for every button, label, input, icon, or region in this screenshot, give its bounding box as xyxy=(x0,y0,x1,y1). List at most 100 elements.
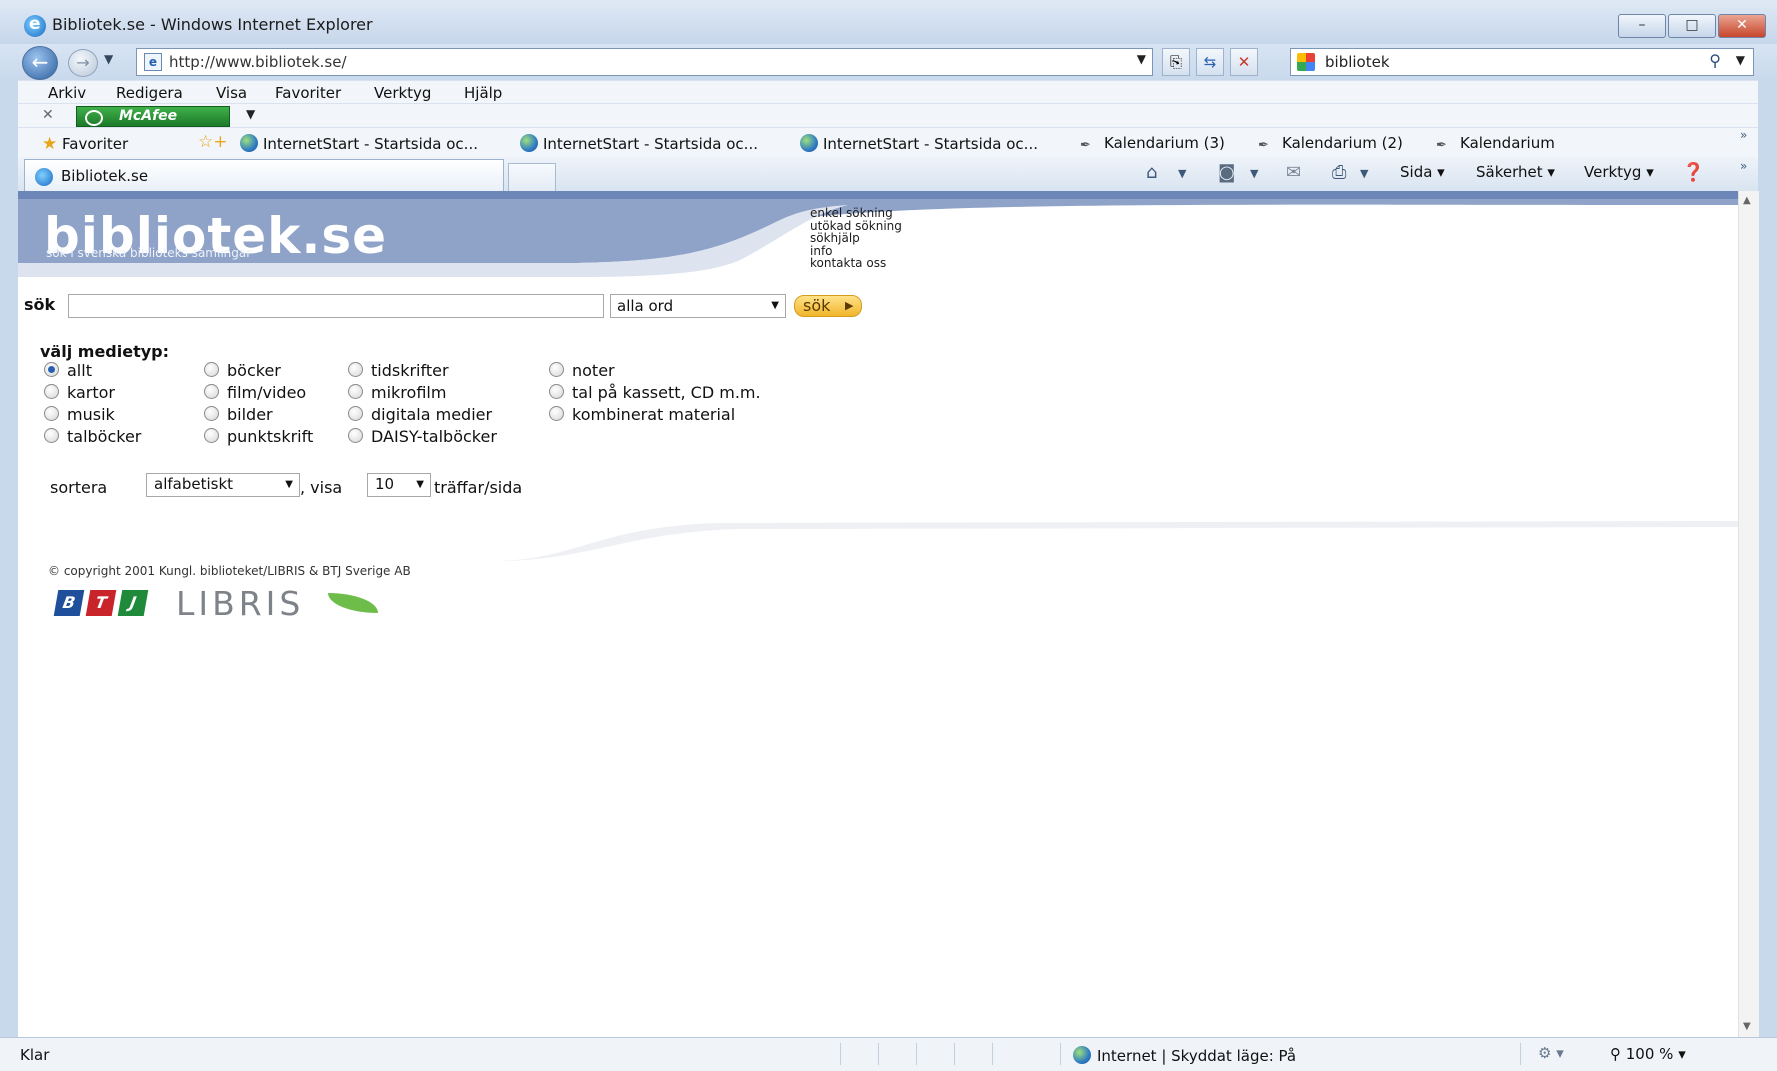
popup-blocker-icon[interactable]: ⚙ ▾ xyxy=(1538,1044,1564,1062)
tab-label: Bibliotek.se xyxy=(61,167,149,185)
status-bar: Klar Internet | Skyddat läge: På ⚙ ▾ ⚲ 1… xyxy=(0,1037,1777,1071)
mail-icon[interactable]: ✉ xyxy=(1286,162,1301,183)
radio-kartor[interactable]: kartor xyxy=(44,383,115,402)
menu-hjalp[interactable]: Hjälp xyxy=(464,84,502,102)
link-kontakta-oss[interactable]: kontakta oss xyxy=(810,257,902,270)
history-dropdown-icon[interactable]: ▼ xyxy=(104,52,113,66)
radio-bilder[interactable]: bilder xyxy=(204,405,273,424)
page-menu[interactable]: Sida ▾ xyxy=(1400,163,1445,181)
print-dropdown-icon[interactable]: ▼ xyxy=(1360,167,1368,180)
menu-visa[interactable]: Visa xyxy=(216,84,247,102)
scroll-down-icon[interactable]: ▼ xyxy=(1743,1021,1751,1032)
close-button[interactable]: ✕ xyxy=(1718,14,1766,38)
radio-allt[interactable]: allt xyxy=(44,361,92,380)
radio-punktskrift[interactable]: punktskrift xyxy=(204,427,313,446)
libris-logo[interactable]: LIBRIS xyxy=(176,584,304,623)
query-input[interactable] xyxy=(68,294,604,318)
radio-button-icon xyxy=(204,384,219,399)
compatibility-view-icon[interactable]: ⎘ xyxy=(1162,48,1190,76)
zoom-control[interactable]: ⚲ 100 % ▾ xyxy=(1610,1045,1686,1063)
favorite-link-6[interactable]: ✒ Kalendarium xyxy=(1436,134,1555,153)
sort-select[interactable]: alfabetiskt ▼ xyxy=(146,473,300,497)
sort-value: alfabetiskt xyxy=(154,475,234,493)
search-button[interactable]: sök ▶ xyxy=(794,295,862,317)
menu-redigera[interactable]: Redigera xyxy=(116,84,183,102)
favorite-link-4[interactable]: ✒ Kalendarium (3) xyxy=(1080,134,1225,153)
favorite-link-2[interactable]: InternetStart - Startsida oc... xyxy=(520,134,758,153)
btj-logo-b[interactable]: B xyxy=(53,590,85,616)
radio-noter[interactable]: noter xyxy=(549,361,615,380)
radio-tal-pa-kassett[interactable]: tal på kassett, CD m.m. xyxy=(549,383,761,402)
maximize-button[interactable]: □ xyxy=(1668,14,1716,38)
security-zone[interactable]: Internet | Skyddat läge: På xyxy=(1073,1046,1296,1065)
btj-logo-j[interactable]: J xyxy=(117,590,149,616)
globe-icon xyxy=(800,134,818,152)
more-commands-icon[interactable]: » xyxy=(1740,159,1747,173)
back-button[interactable]: ← xyxy=(22,46,58,80)
status-divider xyxy=(878,1043,879,1065)
feeds-icon[interactable]: ◙ xyxy=(1218,162,1235,183)
radio-musik[interactable]: musik xyxy=(44,405,115,424)
refresh-icon[interactable]: ⇆ xyxy=(1196,48,1224,76)
mcafee-label: McAfee xyxy=(119,108,178,124)
search-button-label: sök xyxy=(803,296,831,315)
address-bar[interactable]: e http://www.bibliotek.se/ ▼ xyxy=(136,48,1153,76)
feed-icon: ✒ xyxy=(1080,138,1091,153)
help-icon[interactable]: ❓ xyxy=(1682,162,1704,183)
search-options-icon[interactable]: ▼ xyxy=(1736,53,1745,67)
search-box[interactable]: bibliotek ⚲ ▼ xyxy=(1290,48,1754,76)
feeds-dropdown-icon[interactable]: ▼ xyxy=(1250,167,1258,180)
radio-button-icon xyxy=(44,384,59,399)
ie-logo-icon xyxy=(24,14,46,37)
minimize-button[interactable]: – xyxy=(1618,14,1666,38)
more-favorites-icon[interactable]: » xyxy=(1740,128,1747,142)
address-dropdown-icon[interactable]: ▼ xyxy=(1137,52,1146,66)
mcafee-dropdown-icon[interactable]: ▼ xyxy=(246,107,255,121)
tab-bibliotek[interactable]: Bibliotek.se xyxy=(24,159,504,191)
menu-arkiv[interactable]: Arkiv xyxy=(48,84,86,102)
tab-row: Bibliotek.se ⌂ ▼ ◙ ▼ ✉ ⎙ ▼ Sida ▾ Säkerh… xyxy=(18,157,1758,192)
radio-bocker[interactable]: böcker xyxy=(204,361,281,380)
vertical-scrollbar[interactable]: ▲ ▼ xyxy=(1738,191,1759,1037)
favorite-link-5[interactable]: ✒ Kalendarium (2) xyxy=(1258,134,1403,153)
favorite-link-1[interactable]: InternetStart - Startsida oc... xyxy=(240,134,478,153)
address-row: ← → ▼ e http://www.bibliotek.se/ ▼ ⎘ ⇆ ✕… xyxy=(0,44,1777,80)
search-input[interactable]: bibliotek xyxy=(1325,53,1390,71)
link-enkel-sokning[interactable]: enkel sökning xyxy=(810,207,902,220)
mcafee-button[interactable]: McAfee xyxy=(76,106,230,127)
menu-bar: Arkiv Redigera Visa Favoriter Verktyg Hj… xyxy=(18,80,1758,104)
forward-button[interactable]: → xyxy=(68,49,98,77)
radio-film-video[interactable]: film/video xyxy=(204,383,306,402)
security-menu[interactable]: Säkerhet ▾ xyxy=(1476,163,1555,181)
search-mode-select[interactable]: alla ord ▼ xyxy=(610,294,786,318)
scroll-up-icon[interactable]: ▲ xyxy=(1743,195,1751,206)
favorite-link-3[interactable]: InternetStart - Startsida oc... xyxy=(800,134,1038,153)
btj-logo-t[interactable]: T xyxy=(85,590,117,616)
add-favorite-icon[interactable]: ☆+ xyxy=(198,132,227,152)
chevron-down-icon: ▼ xyxy=(416,479,424,490)
radio-mikrofilm[interactable]: mikrofilm xyxy=(348,383,446,402)
address-url[interactable]: http://www.bibliotek.se/ xyxy=(169,53,347,71)
play-arrow-icon: ▶ xyxy=(845,299,854,312)
stop-icon[interactable]: ✕ xyxy=(1230,48,1258,76)
per-page-select[interactable]: 10 ▼ xyxy=(367,473,431,497)
new-tab-button[interactable] xyxy=(508,163,556,191)
radio-kombinerat-material[interactable]: kombinerat material xyxy=(549,405,735,424)
ie-page-icon xyxy=(35,168,53,186)
home-icon[interactable]: ⌂ xyxy=(1146,162,1157,183)
globe-icon xyxy=(1073,1046,1091,1064)
radio-talbocker[interactable]: talböcker xyxy=(44,427,141,446)
menu-favoriter[interactable]: Favoriter xyxy=(275,84,341,102)
link-sokhjalp[interactable]: sökhjälp xyxy=(810,232,902,245)
radio-daisy-talbocker[interactable]: DAISY-talböcker xyxy=(348,427,497,446)
favorites-button[interactable]: ★ Favoriter xyxy=(42,134,128,154)
home-dropdown-icon[interactable]: ▼ xyxy=(1178,167,1186,180)
print-icon[interactable]: ⎙ xyxy=(1332,162,1346,183)
search-icon[interactable]: ⚲ xyxy=(1709,51,1721,70)
tools-menu[interactable]: Verktyg ▾ xyxy=(1584,163,1654,181)
radio-tidskrifter[interactable]: tidskrifter xyxy=(348,361,449,380)
close-toolbar-icon[interactable]: ✕ xyxy=(42,107,54,123)
radio-digitala-medier[interactable]: digitala medier xyxy=(348,405,492,424)
menu-verktyg[interactable]: Verktyg xyxy=(374,84,431,102)
feed-icon: ✒ xyxy=(1258,138,1269,153)
